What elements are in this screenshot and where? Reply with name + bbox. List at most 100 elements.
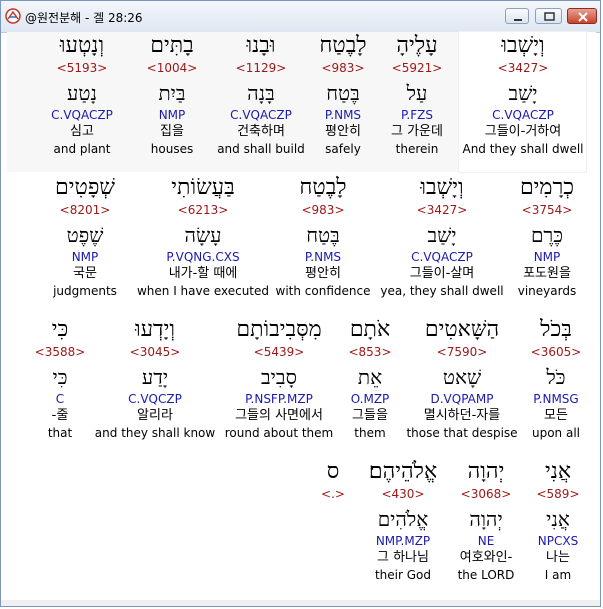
strong-number[interactable]: <5921>: [379, 60, 455, 77]
word-4-3[interactable]: יְהוָה <3068> יְהוָה NE 여호와인- the LORD: [453, 458, 519, 583]
strong-number[interactable]: <983>: [275, 202, 371, 219]
strong-number[interactable]: <589>: [529, 486, 587, 503]
parsing-code: C.VQACZP: [411, 250, 473, 264]
parsing-code: NMP: [533, 250, 561, 264]
word-1-4[interactable]: לָבֶטַח <983> בֶּטַח P.NMS 평안히 safely: [312, 32, 374, 157]
close-button[interactable]: [567, 8, 597, 24]
minimize-button[interactable]: [505, 8, 529, 24]
english-gloss: round about them: [224, 426, 334, 440]
english-gloss: the LORD: [457, 568, 515, 582]
word-3-2[interactable]: וְיָדְעוּ <3045> יָדַע C.VQCZP 알리라 and t…: [93, 316, 217, 441]
lemma: יָשַׁב: [427, 223, 457, 247]
strong-number[interactable]: <8201>: [47, 202, 123, 219]
word-1-3[interactable]: וּבָנוּ <1129> בָּנָה C.VQACZP 건축하며 and …: [210, 32, 312, 157]
strong-number[interactable]: <7590>: [405, 344, 519, 361]
strong-number[interactable]: <3068>: [453, 486, 519, 503]
korean-gloss: 내가-할 때에: [168, 266, 238, 281]
word-1-5[interactable]: עָלֶיהָ <5921> עַל P.FZS 그 가운데 therein: [379, 32, 455, 157]
parsing-code: C: [55, 392, 65, 406]
english-gloss: their God: [374, 568, 432, 582]
strong-number[interactable]: <853>: [342, 344, 398, 361]
strong-number[interactable]: <1004>: [137, 60, 207, 77]
english-gloss: those that despise: [406, 426, 518, 440]
title-bar[interactable]: @원전분해 - 겔 28:26: [1, 1, 600, 33]
strong-number[interactable]: <1129>: [210, 60, 312, 77]
strong-number[interactable]: <430>: [363, 486, 443, 503]
word-3-3[interactable]: מִסְּבִיבוֹתָם <5439> סָבִיב P.NSFP.MZP …: [222, 316, 336, 441]
korean-gloss: 그들이-거하여: [484, 124, 562, 139]
parsing-code: P.NSFP.MZP: [245, 392, 313, 406]
word-3-6[interactable]: בְּכֹל <3605> כֹּל P.NMSG 모든 upon all: [523, 316, 589, 441]
korean-gloss: -줄: [51, 408, 69, 423]
word-1-1[interactable]: וְנָטְעוּ <5193> נָטַע C.VQACZP 심고 and p…: [47, 32, 117, 157]
strong-number[interactable]: <3754>: [509, 202, 585, 219]
lemma: סָבִיב: [261, 365, 297, 389]
interlinear-pane: וְנָטְעוּ <5193> נָטַע C.VQACZP 심고 and p…: [7, 32, 596, 602]
word-4-2[interactable]: אֱלֹהֵיהֶם׃ <430> אֱלֹהִים NMP.MZP 그 하나님…: [363, 458, 443, 583]
strong-number[interactable]: <.>: [315, 486, 351, 503]
hebrew-word: עָלֶיהָ: [396, 33, 438, 58]
strong-number[interactable]: <983>: [312, 60, 374, 77]
english-gloss: when I have executed: [136, 284, 270, 298]
strong-number[interactable]: <6213>: [135, 202, 271, 219]
english-gloss: upon all: [531, 426, 580, 440]
english-gloss: safely: [325, 142, 361, 156]
strong-number[interactable]: <3605>: [523, 344, 589, 361]
lemma: אֵת: [357, 365, 383, 389]
hebrew-word: בַּעֲשׂוֹתִי: [171, 175, 235, 200]
korean-gloss: 그 하나님: [377, 550, 429, 565]
english-gloss: judgments: [53, 284, 117, 298]
english-gloss: and plant: [53, 142, 111, 156]
strong-number[interactable]: <3427>: [379, 202, 505, 219]
korean-gloss: 그 가운데: [391, 124, 443, 139]
word-1-6[interactable]: וְיָשְׁבוּ <3427> יָשַׁב C.VQACZP 그들이-거하…: [460, 32, 586, 157]
hebrew-word: וְיָשְׁבוּ: [420, 175, 464, 200]
word-4-1[interactable]: ס <.>: [315, 458, 351, 503]
strong-number[interactable]: <5193>: [47, 60, 117, 77]
korean-gloss: 포도원을: [523, 266, 571, 281]
parsing-code: NPCXS: [537, 534, 579, 548]
strong-number[interactable]: <3045>: [93, 344, 217, 361]
korean-gloss: 멸시하던-자를: [423, 408, 501, 423]
lemma: כֶּרֶם: [530, 223, 564, 247]
parsing-code: NMP: [71, 250, 99, 264]
maximize-button[interactable]: [535, 8, 562, 24]
word-2-2[interactable]: בַּעֲשׂוֹתִי <6213> עָשָׂה P.VQNG.CXS 내가…: [135, 174, 271, 299]
word-2-3[interactable]: לָבֶטַח <983> בֶּטַח P.NMS 평안히 with conf…: [275, 174, 371, 299]
hebrew-word: הַשָּׁאטִים: [424, 317, 500, 342]
window-title: @원전분해 - 겔 28:26: [25, 11, 143, 25]
korean-gloss: 평안히: [305, 266, 341, 281]
hebrew-word: וְנָטְעוּ: [59, 33, 105, 58]
hebrew-word: שְׁפָטִים: [55, 175, 115, 200]
strong-number[interactable]: <3588>: [33, 344, 87, 361]
parsing-code: NE: [477, 534, 495, 548]
korean-gloss: 모든: [544, 408, 568, 423]
app-window: @원전분해 - 겔 28:26 וְנָטְעוּ <5193> נָטַע C…: [0, 0, 601, 607]
lemma: בֶּטַח: [326, 81, 360, 105]
parsing-code: P.NMS: [304, 250, 342, 264]
verse-row-1: וְנָטְעוּ <5193> נָטַע C.VQACZP 심고 and p…: [7, 32, 596, 172]
word-2-5[interactable]: כְרָמִים <3754> כֶּרֶם NMP 포도원을 vineyard…: [509, 174, 585, 299]
strong-number[interactable]: <3427>: [460, 60, 586, 77]
word-3-4[interactable]: אֹתָם <853> אֵת O.MZP 그들을 them: [342, 316, 398, 441]
lemma: עַל: [406, 81, 428, 105]
parsing-code: NMP: [158, 108, 186, 122]
lemma: בַּיִת: [158, 81, 186, 105]
word-1-2[interactable]: בָתִּים <1004> בַּיִת NMP 집을 houses: [137, 32, 207, 157]
korean-gloss: 여호와인-: [459, 550, 513, 565]
word-3-5[interactable]: הַשָּׁאטִים <7590> שָׁאט D.VQPAMP 멸시하던-자…: [405, 316, 519, 441]
word-3-1[interactable]: כִּי <3588> כִּי C -줄 that: [33, 316, 87, 441]
english-gloss: vineyards: [517, 284, 577, 298]
strong-number[interactable]: <5439>: [222, 344, 336, 361]
parsing-code: P.NMSG: [533, 392, 579, 406]
lemma: אֲנִי: [546, 507, 570, 531]
word-4-4[interactable]: אֲנִי <589> אֲנִי NPCXS 나는 I am: [529, 458, 587, 583]
word-2-1[interactable]: שְׁפָטִים <8201> שֶׁפֶט NMP 국문 judgments: [47, 174, 123, 299]
parsing-code: D.VQPAMP: [430, 392, 494, 406]
english-gloss: houses: [150, 142, 194, 156]
korean-gloss: 그들을: [352, 408, 388, 423]
lemma: כִּי: [52, 365, 68, 389]
verse-row-2: שְׁפָטִים <8201> שֶׁפֶט NMP 국문 judgments…: [7, 174, 596, 314]
word-2-4[interactable]: וְיָשְׁבוּ <3427> יָשַׁב C.VQACZP 그들이-살며…: [379, 174, 505, 299]
hebrew-word: לָבֶטַח: [319, 33, 367, 58]
